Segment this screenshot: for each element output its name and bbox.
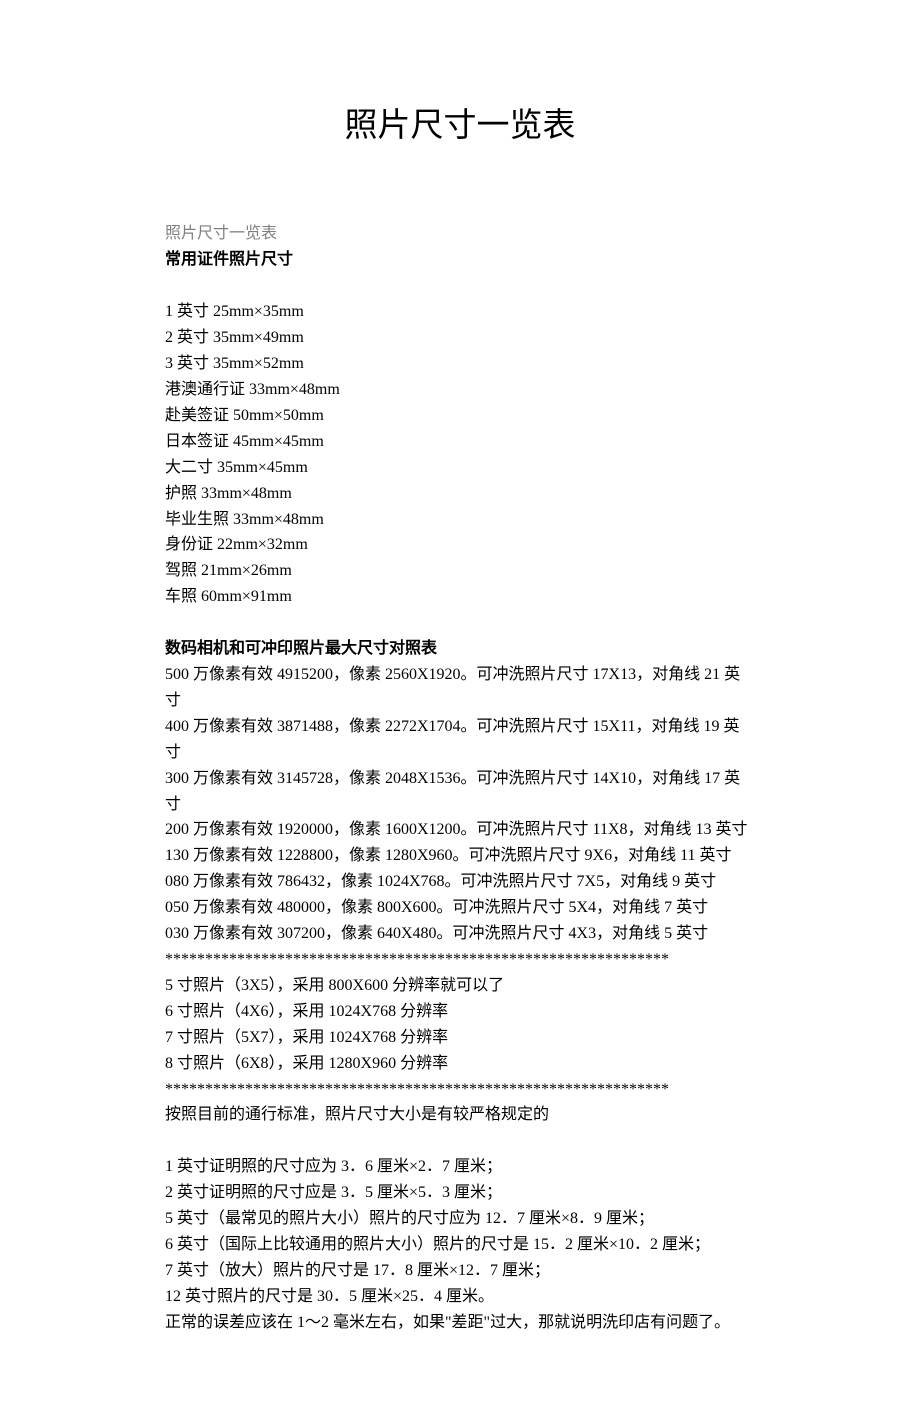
common-sizes-list: 1 英寸 25mm×35mm2 英寸 35mm×49mm3 英寸 35mm×52… <box>165 299 755 610</box>
list-item: 6 寸照片（4X6），采用 1024X768 分辨率 <box>165 999 755 1025</box>
intro-subtitle: 照片尺寸一览表 <box>165 221 755 247</box>
page-title: 照片尺寸一览表 <box>165 100 755 153</box>
list-item: 1 英寸证明照的尺寸应为 3．6 厘米×2．7 厘米； <box>165 1154 755 1180</box>
section-header-camera: 数码相机和可冲印照片最大尺寸对照表 <box>165 636 755 662</box>
list-item: 1 英寸 25mm×35mm <box>165 299 755 325</box>
resolution-list: 5 寸照片（3X5），采用 800X600 分辨率就可以了6 寸照片（4X6），… <box>165 973 755 1077</box>
list-item: 080 万像素有效 786432，像素 1024X768。可冲洗照片尺寸 7X5… <box>165 869 755 895</box>
list-item: 6 英寸（国际上比较通用的照片大小）照片的尺寸是 15．2 厘米×10．2 厘米… <box>165 1232 755 1258</box>
separator: ****************************************… <box>165 1077 755 1103</box>
list-item: 400 万像素有效 3871488，像素 2272X1704。可冲洗照片尺寸 1… <box>165 714 755 766</box>
list-item: 200 万像素有效 1920000，像素 1600X1200。可冲洗照片尺寸 1… <box>165 817 755 843</box>
list-item: 5 寸照片（3X5），采用 800X600 分辨率就可以了 <box>165 973 755 999</box>
separator: ****************************************… <box>165 947 755 973</box>
section-header-common: 常用证件照片尺寸 <box>165 247 755 273</box>
list-item: 港澳通行证 33mm×48mm <box>165 377 755 403</box>
list-item: 5 英寸（最常见的照片大小）照片的尺寸应为 12．7 厘米×8．9 厘米； <box>165 1206 755 1232</box>
list-item: 130 万像素有效 1228800，像素 1280X960。可冲洗照片尺寸 9X… <box>165 843 755 869</box>
list-item: 日本签证 45mm×45mm <box>165 429 755 455</box>
standard-intro: 按照目前的通行标准，照片尺寸大小是有较严格规定的 <box>165 1102 755 1128</box>
camera-list: 500 万像素有效 4915200，像素 2560X1920。可冲洗照片尺寸 1… <box>165 662 755 947</box>
list-item: 050 万像素有效 480000，像素 800X600。可冲洗照片尺寸 5X4，… <box>165 895 755 921</box>
list-item: 2 英寸 35mm×49mm <box>165 325 755 351</box>
list-item: 030 万像素有效 307200，像素 640X480。可冲洗照片尺寸 4X3，… <box>165 921 755 947</box>
list-item: 驾照 21mm×26mm <box>165 558 755 584</box>
list-item: 大二寸 35mm×45mm <box>165 455 755 481</box>
list-item: 身份证 22mm×32mm <box>165 532 755 558</box>
list-item: 2 英寸证明照的尺寸应是 3．5 厘米×5．3 厘米； <box>165 1180 755 1206</box>
list-item: 护照 33mm×48mm <box>165 481 755 507</box>
list-item: 300 万像素有效 3145728，像素 2048X1536。可冲洗照片尺寸 1… <box>165 766 755 818</box>
list-item: 车照 60mm×91mm <box>165 584 755 610</box>
list-item: 500 万像素有效 4915200，像素 2560X1920。可冲洗照片尺寸 1… <box>165 662 755 714</box>
list-item: 3 英寸 35mm×52mm <box>165 351 755 377</box>
list-item: 毕业生照 33mm×48mm <box>165 507 755 533</box>
list-item: 正常的误差应该在 1～2 毫米左右，如果"差距"过大，那就说明洗印店有问题了。 <box>165 1310 755 1336</box>
list-item: 8 寸照片（6X8），采用 1280X960 分辨率 <box>165 1051 755 1077</box>
list-item: 7 英寸（放大）照片的尺寸是 17．8 厘米×12．7 厘米； <box>165 1258 755 1284</box>
list-item: 12 英寸照片的尺寸是 30．5 厘米×25．4 厘米。 <box>165 1284 755 1310</box>
list-item: 7 寸照片（5X7），采用 1024X768 分辨率 <box>165 1025 755 1051</box>
standard-list: 1 英寸证明照的尺寸应为 3．6 厘米×2．7 厘米；2 英寸证明照的尺寸应是 … <box>165 1154 755 1335</box>
list-item: 赴美签证 50mm×50mm <box>165 403 755 429</box>
